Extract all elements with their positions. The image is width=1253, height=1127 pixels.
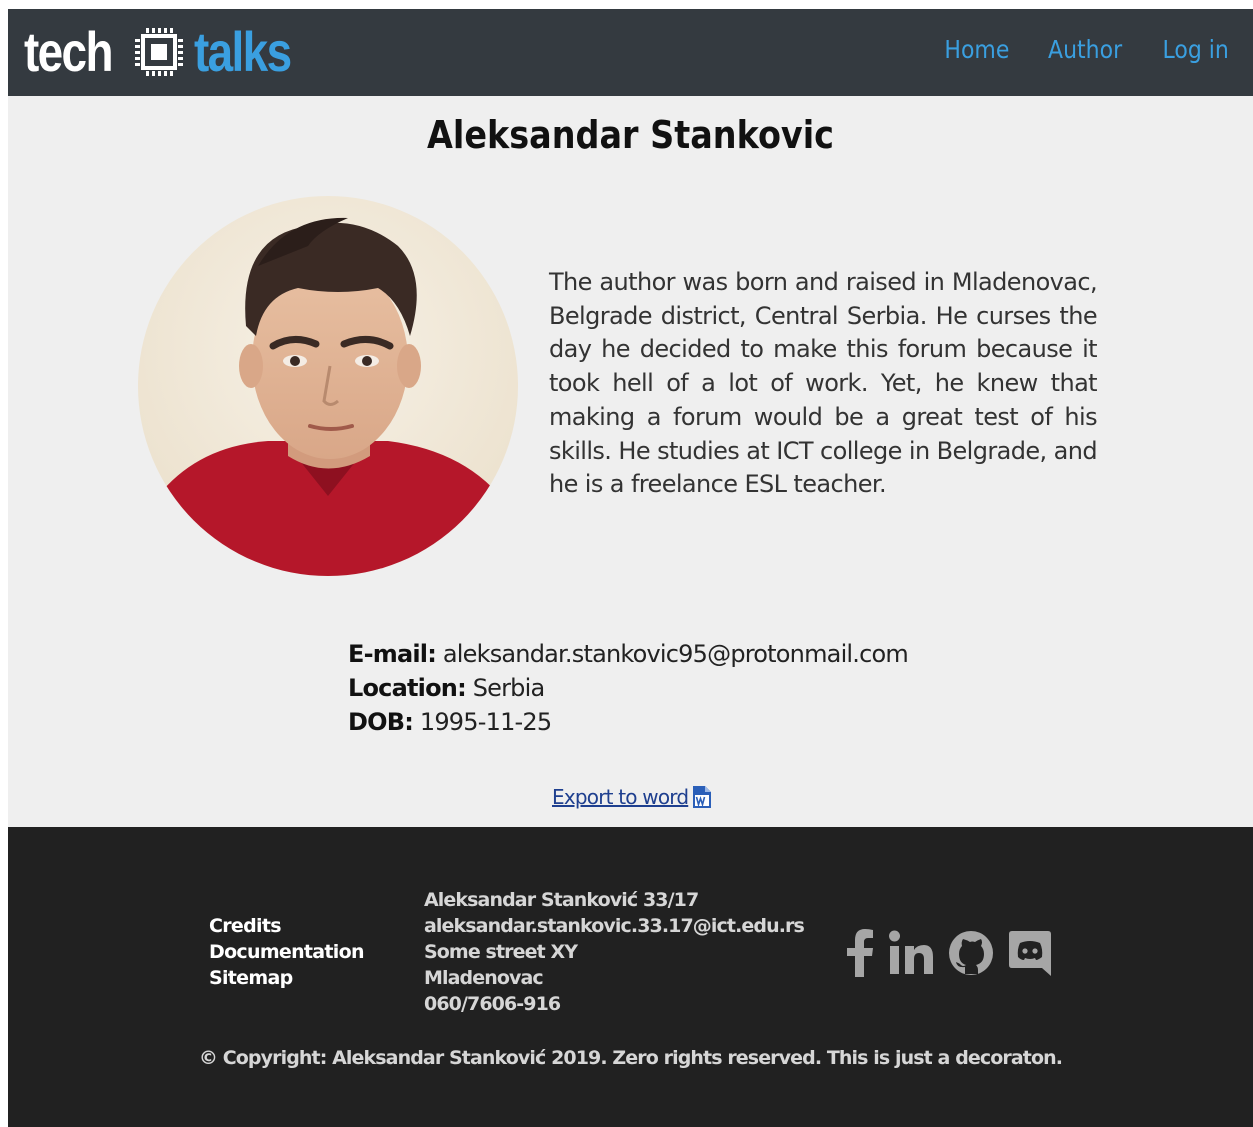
footer-links: Credits Documentation Sitemap (209, 913, 365, 991)
author-bio: The author was born and raised in Mladen… (549, 268, 1098, 499)
location-value: Serbia (472, 674, 545, 702)
navbar: tech talks Home Author Log in (8, 9, 1253, 96)
location-row: Location: Serbia (348, 671, 908, 705)
email-label: E-mail: (348, 640, 437, 668)
word-file-icon (693, 786, 712, 808)
dob-row: DOB: 1995-11-25 (348, 705, 908, 739)
export-label: Export to word (552, 785, 689, 809)
author-avatar (138, 196, 518, 576)
footer-sitemap-link[interactable]: Sitemap (209, 965, 364, 991)
page: tech talks Home Author Log in Aleksandar… (8, 9, 1253, 1127)
logo-text-talks: talks (194, 20, 292, 83)
page-title: Aleksandar Stankovic (426, 113, 834, 157)
contact-email: aleksandar.stankovic.33.17@ict.edu.rs (424, 915, 805, 937)
chip-icon (135, 28, 183, 76)
discord-icon[interactable] (1008, 929, 1052, 982)
footer-contact: Aleksandar Stanković 33/17 aleksandar.st… (424, 887, 805, 1017)
dob-value: 1995-11-25 (419, 708, 552, 736)
github-icon[interactable] (948, 930, 994, 981)
nav-home-link[interactable]: Home (944, 35, 1009, 64)
contact-city: Mladenovac (424, 967, 544, 989)
social-links (846, 929, 1052, 982)
contact-street: Some street XY (424, 941, 578, 963)
nav-menu: Home Author Log in (940, 35, 1233, 64)
logo-text-tech: tech (24, 20, 114, 83)
facebook-icon[interactable] (846, 929, 874, 982)
nav-login-link[interactable]: Log in (1162, 35, 1228, 64)
contact-phone: 060/7606-916 (424, 993, 561, 1015)
footer: Credits Documentation Sitemap Aleksandar… (8, 827, 1253, 1127)
email-value: aleksandar.stankovic95@protonmail.com (442, 640, 909, 668)
export-to-word-link[interactable]: Export to word (552, 785, 712, 809)
dob-label: DOB: (348, 708, 414, 736)
copyright-text: © Copyright: Aleksandar Stanković 2019. … (198, 1047, 1063, 1069)
linkedin-icon[interactable] (888, 929, 934, 982)
author-photo (138, 196, 518, 576)
email-row: E-mail: aleksandar.stankovic95@protonmai… (348, 637, 909, 671)
author-info: E-mail: aleksandar.stankovic95@protonmai… (348, 637, 909, 739)
footer-credits-link[interactable]: Credits (209, 913, 364, 939)
contact-name: Aleksandar Stanković 33/17 (424, 889, 699, 911)
location-label: Location: (348, 674, 467, 702)
logo[interactable]: tech talks (24, 17, 312, 87)
nav-author-link[interactable]: Author (1048, 35, 1122, 64)
footer-documentation-link[interactable]: Documentation (209, 939, 365, 965)
